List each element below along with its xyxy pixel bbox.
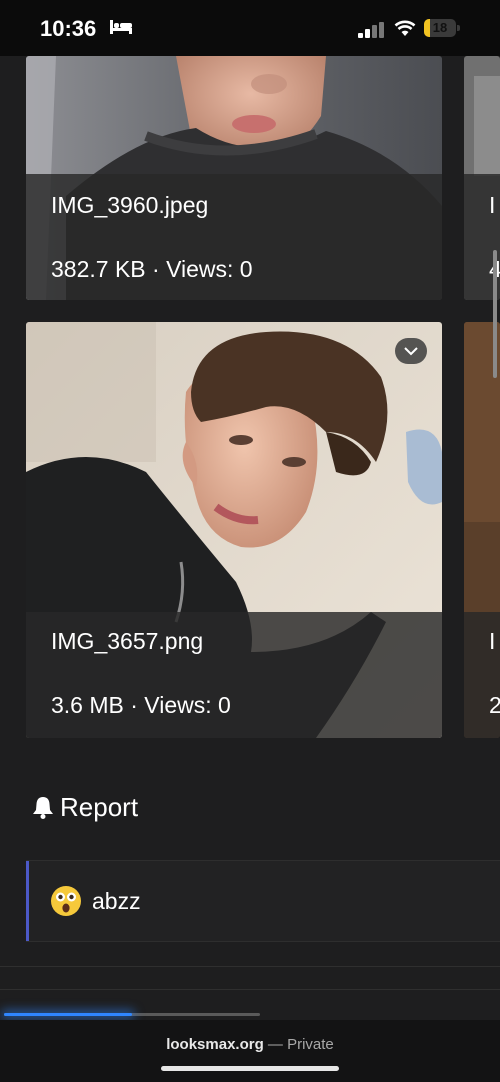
attachment-card[interactable]: IMG_3657.png 3.6 MB · Views: 0 xyxy=(26,322,442,738)
page-load-progress-bar xyxy=(4,1013,260,1016)
attachment-meta: 3.6 MB · Views: 0 xyxy=(51,692,231,718)
attachment-filename[interactable]: IMG_3657.png xyxy=(51,628,203,655)
attachment-filename[interactable]: I xyxy=(489,192,495,219)
divider xyxy=(0,966,500,967)
attachment-meta: 2 xyxy=(489,692,500,718)
wifi-icon xyxy=(394,20,416,36)
reaction-accent-bar xyxy=(26,861,29,941)
reaction-username[interactable]: abzz xyxy=(92,888,141,915)
cellular-signal-icon xyxy=(358,22,384,38)
horizontal-scroll-indicator xyxy=(493,250,497,378)
home-indicator[interactable] xyxy=(161,1066,339,1071)
reaction-row[interactable]: abzz xyxy=(26,860,500,942)
bell-icon xyxy=(33,797,53,819)
attachment-card-partial[interactable]: I 2 xyxy=(464,322,500,738)
divider xyxy=(0,989,500,990)
astonished-face-icon xyxy=(51,886,81,916)
attachment-meta: 382.7 KB · Views: 0 xyxy=(51,256,253,282)
report-label[interactable]: Report xyxy=(60,792,138,823)
status-bar: 10:36 18 xyxy=(0,0,500,56)
attachment-filename[interactable]: IMG_3960.jpeg xyxy=(51,192,208,219)
url-domain[interactable]: looksmax.org xyxy=(166,1036,264,1053)
attachment-card[interactable]: IMG_3960.jpeg 382.7 KB · Views: 0 xyxy=(26,56,442,300)
attachment-options-button[interactable] xyxy=(395,338,427,364)
battery-level: 18 xyxy=(432,20,448,35)
url-display[interactable]: looksmax.org — Private xyxy=(0,1036,500,1053)
bed-icon xyxy=(110,20,132,34)
chevron-down-icon xyxy=(404,347,418,356)
clock: 10:36 xyxy=(40,16,97,41)
attachment-filename[interactable]: I xyxy=(489,628,495,655)
private-mode-label: Private xyxy=(287,1036,334,1053)
battery-indicator: 18 xyxy=(424,19,462,39)
url-separator: — xyxy=(263,1036,288,1053)
